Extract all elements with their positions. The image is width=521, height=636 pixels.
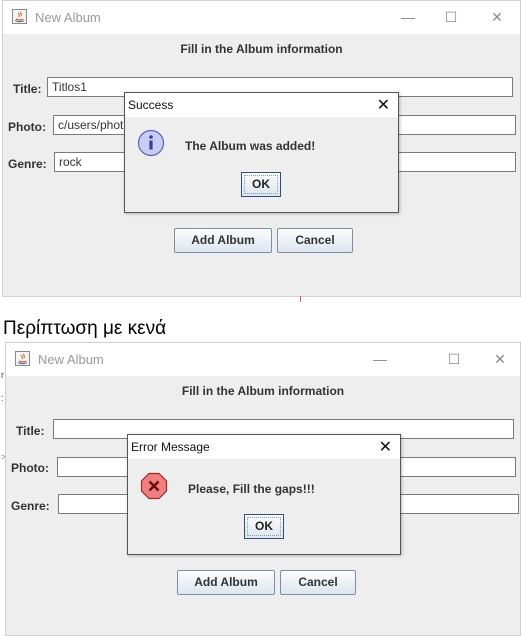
- minimize-icon[interactable]: —: [369, 349, 391, 369]
- error-dialog: Error Message ✕ Please, Fill the gaps!!!…: [127, 434, 401, 555]
- bottom-title-label: Title:: [16, 424, 45, 438]
- bottom-form-heading: Fill in the Album information: [181, 384, 345, 398]
- bottom-add-album-button[interactable]: Add Album: [177, 570, 275, 595]
- error-dialog-titlebar: Error Message ✕: [128, 435, 400, 459]
- bottom-window-title: New Album: [38, 352, 104, 367]
- top-cancel-button[interactable]: Cancel: [277, 228, 353, 253]
- caption-text: Περίπτωση με κενά: [3, 318, 167, 339]
- top-form-heading: Fill in the Album information: [180, 42, 343, 56]
- top-window-title: New Album: [35, 10, 101, 25]
- edge-fragment: r: [1, 370, 4, 380]
- success-ok-button[interactable]: OK: [241, 172, 281, 197]
- close-icon[interactable]: ✕: [379, 437, 392, 457]
- success-dialog: Success ✕ The Album was added! OK: [124, 92, 399, 213]
- top-photo-label: Photo:: [8, 120, 46, 134]
- bottom-genre-label: Genre:: [11, 499, 50, 513]
- ok-label: OK: [252, 177, 270, 191]
- maximize-icon[interactable]: ☐: [440, 7, 462, 27]
- top-genre-label: Genre:: [8, 157, 47, 171]
- success-message: The Album was added!: [185, 139, 316, 153]
- info-icon: [137, 129, 165, 157]
- close-icon[interactable]: ✕: [489, 349, 511, 369]
- minimize-icon[interactable]: —: [397, 7, 419, 27]
- error-ok-button[interactable]: OK: [244, 514, 284, 539]
- stray-mark: [300, 296, 301, 302]
- success-dialog-title: Success: [128, 98, 174, 112]
- top-add-album-button[interactable]: Add Album: [174, 228, 272, 253]
- close-icon[interactable]: ✕: [377, 95, 390, 115]
- top-title-label: Title:: [13, 82, 42, 96]
- success-dialog-titlebar: Success ✕: [125, 93, 398, 117]
- error-message: Please, Fill the gaps!!!: [188, 482, 315, 496]
- error-icon: [140, 472, 168, 500]
- top-titlebar: New Album — ☐ ✕: [3, 1, 520, 34]
- error-dialog-title: Error Message: [131, 440, 210, 454]
- close-icon[interactable]: ✕: [486, 7, 508, 27]
- java-icon: [15, 351, 30, 366]
- maximize-icon[interactable]: ☐: [443, 349, 465, 369]
- edge-fragment: :: [1, 393, 4, 403]
- bottom-cancel-button[interactable]: Cancel: [280, 570, 356, 595]
- ok-label: OK: [255, 519, 273, 533]
- bottom-titlebar: New Album — ☐ ✕: [6, 343, 520, 376]
- bottom-photo-label: Photo:: [11, 461, 49, 475]
- java-icon: [12, 9, 27, 24]
